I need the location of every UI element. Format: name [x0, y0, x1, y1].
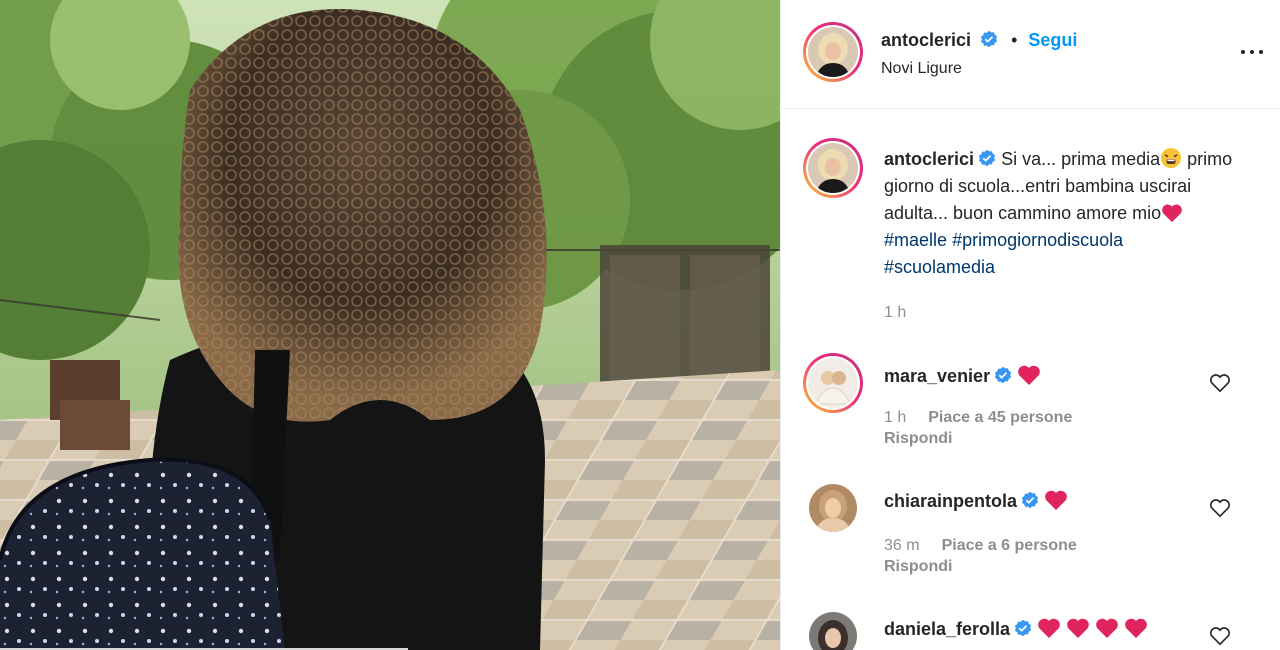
heart-outline-icon[interactable]: [1209, 373, 1231, 393]
separator-dot: •: [1011, 30, 1018, 50]
comment-meta: 1 h Piace a 45 persone: [884, 409, 1072, 427]
hashtag-link[interactable]: #primogiornodiscuola: [952, 230, 1123, 250]
post-caption: antoclerici Si va... prima media primo g…: [803, 138, 1263, 338]
reply-button[interactable]: Rispondi: [884, 430, 952, 448]
hashtag-link[interactable]: #scuolamedia: [884, 257, 995, 277]
red-heart-emoji-icon: [1162, 204, 1182, 223]
commenter-avatar-image: [809, 484, 857, 532]
commenter-avatar[interactable]: [809, 612, 857, 650]
post-details-panel: antoclerici • Segui Novi Ligure antocler…: [780, 0, 1280, 650]
verified-badge-icon: [1014, 619, 1032, 637]
caption-author-avatar[interactable]: [803, 138, 863, 198]
comment-item: mara_venier 1 h Piace a 45 persone Rispon…: [803, 353, 1263, 463]
caption-text: antoclerici Si va... prima media primo g…: [884, 146, 1234, 281]
verified-badge-icon: [994, 366, 1012, 384]
follow-button[interactable]: Segui: [1028, 30, 1077, 50]
verified-badge-icon: [1021, 491, 1039, 509]
more-options-icon[interactable]: [1238, 40, 1266, 64]
commenter-avatar-image: [808, 358, 858, 408]
heart-outline-icon[interactable]: [1209, 498, 1231, 518]
commenter-username[interactable]: chiarainpentola: [884, 491, 1017, 511]
verified-badge-icon: [980, 30, 998, 48]
comment-text: chiarainpentola: [884, 488, 1234, 515]
photo-image: [0, 0, 780, 650]
comment-timestamp[interactable]: 36 m: [884, 537, 920, 554]
comment-meta: 36 m Piace a 6 persone: [884, 537, 1077, 555]
author-avatar-image: [808, 27, 858, 77]
red-heart-emoji-icon: [1067, 618, 1089, 638]
commenter-avatar[interactable]: [809, 484, 857, 532]
comment-likes[interactable]: Piace a 45 persone: [928, 409, 1072, 426]
post-header: antoclerici • Segui Novi Ligure: [781, 0, 1280, 109]
heart-outline-icon[interactable]: [1209, 626, 1231, 646]
verified-badge-icon: [978, 149, 996, 167]
post-photo[interactable]: [0, 0, 780, 650]
comment-item: chiarainpentola 36 m Piace a 6 persone Ri…: [803, 480, 1263, 590]
red-heart-emoji-icon: [1045, 490, 1067, 510]
reply-button[interactable]: Rispondi: [884, 558, 952, 576]
author-username[interactable]: antoclerici: [881, 30, 971, 50]
caption-avatar-image: [808, 143, 858, 193]
caption-timestamp[interactable]: 1 h: [884, 304, 906, 322]
comment-text: daniela_ferolla: [884, 616, 1234, 643]
commenter-username[interactable]: mara_venier: [884, 366, 990, 386]
commenter-username[interactable]: daniela_ferolla: [884, 619, 1010, 639]
tired-face-emoji-icon: [1161, 148, 1182, 168]
comment-item: daniela_ferolla: [803, 608, 1263, 650]
red-heart-emoji-icon: [1125, 618, 1147, 638]
red-heart-emoji-icon: [1096, 618, 1118, 638]
commenter-avatar[interactable]: [803, 353, 863, 413]
caption-body-1: Si va... prima media: [1001, 149, 1161, 169]
comment-text: mara_venier: [884, 363, 1234, 390]
caption-username[interactable]: antoclerici: [884, 149, 974, 169]
author-avatar[interactable]: [803, 22, 863, 82]
red-heart-emoji-icon: [1018, 365, 1040, 385]
red-heart-emoji-icon: [1038, 618, 1060, 638]
post-location[interactable]: Novi Ligure: [881, 60, 962, 78]
commenter-avatar-image: [809, 612, 857, 650]
hashtag-link[interactable]: #maelle: [884, 230, 947, 250]
comment-likes[interactable]: Piace a 6 persone: [942, 537, 1077, 554]
comment-timestamp[interactable]: 1 h: [884, 409, 906, 426]
